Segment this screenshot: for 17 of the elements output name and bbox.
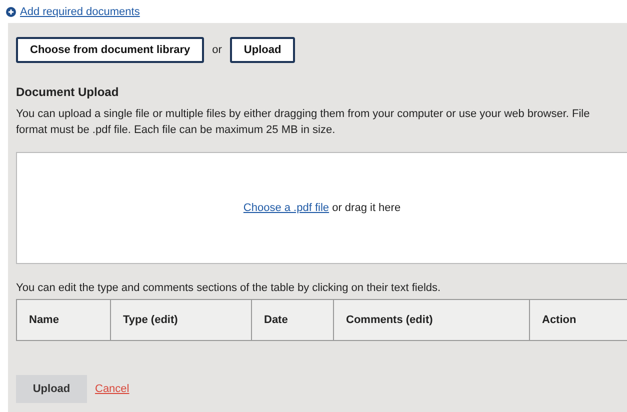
- column-header: Date: [252, 300, 334, 340]
- column-header: Type (edit): [111, 300, 252, 340]
- choose-file-link[interactable]: Choose a .pdf file: [243, 202, 330, 214]
- upload-submit-button[interactable]: Upload: [16, 375, 87, 403]
- plus-circle-icon: [6, 6, 16, 16]
- section-title: Document Upload: [16, 85, 120, 99]
- add-documents-link[interactable]: Add required documents: [20, 6, 140, 18]
- upload-description: You can upload a single file or multiple files by either dragging them from your computer or use your web browser. File format must be .pdf file. Each file can be maximum 25 MB in size.: [16, 107, 591, 138]
- document-library-button[interactable]: Choose from document library: [16, 37, 204, 63]
- drop-zone-text: Choose a .pdf file or drag it here: [243, 202, 401, 214]
- column-header: Action: [530, 300, 627, 340]
- drop-zone[interactable]: Choose a .pdf file or drag it here: [16, 152, 627, 264]
- column-header: Comments (edit): [334, 300, 530, 340]
- upload-button[interactable]: Upload: [230, 37, 296, 63]
- or-label: or: [212, 44, 222, 56]
- table-hint: You can edit the type and comments sections of the table by clicking on their text fields.: [16, 281, 442, 295]
- column-header: Name: [17, 300, 111, 340]
